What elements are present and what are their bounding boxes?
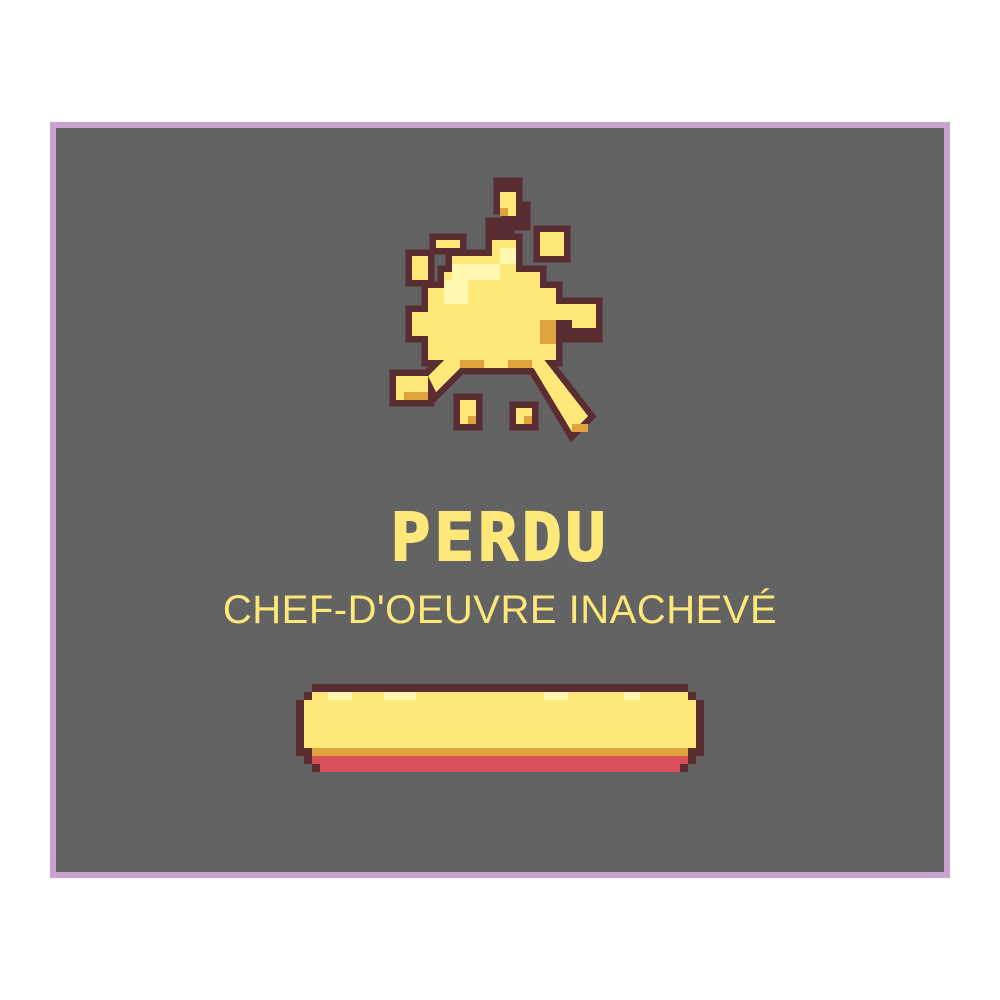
subtitle-text: CHEF-D'OEUVRE INACHEVÉ: [222, 588, 778, 632]
title-text: PERDU: [391, 499, 610, 576]
paint-splat-icon: [389, 177, 603, 443]
title-banner: PERDU: [390, 498, 610, 577]
continue-button[interactable]: [296, 684, 704, 776]
game-screen: PERDU CHEF-D'OEUVRE INACHEVÉ: [0, 0, 1000, 1000]
